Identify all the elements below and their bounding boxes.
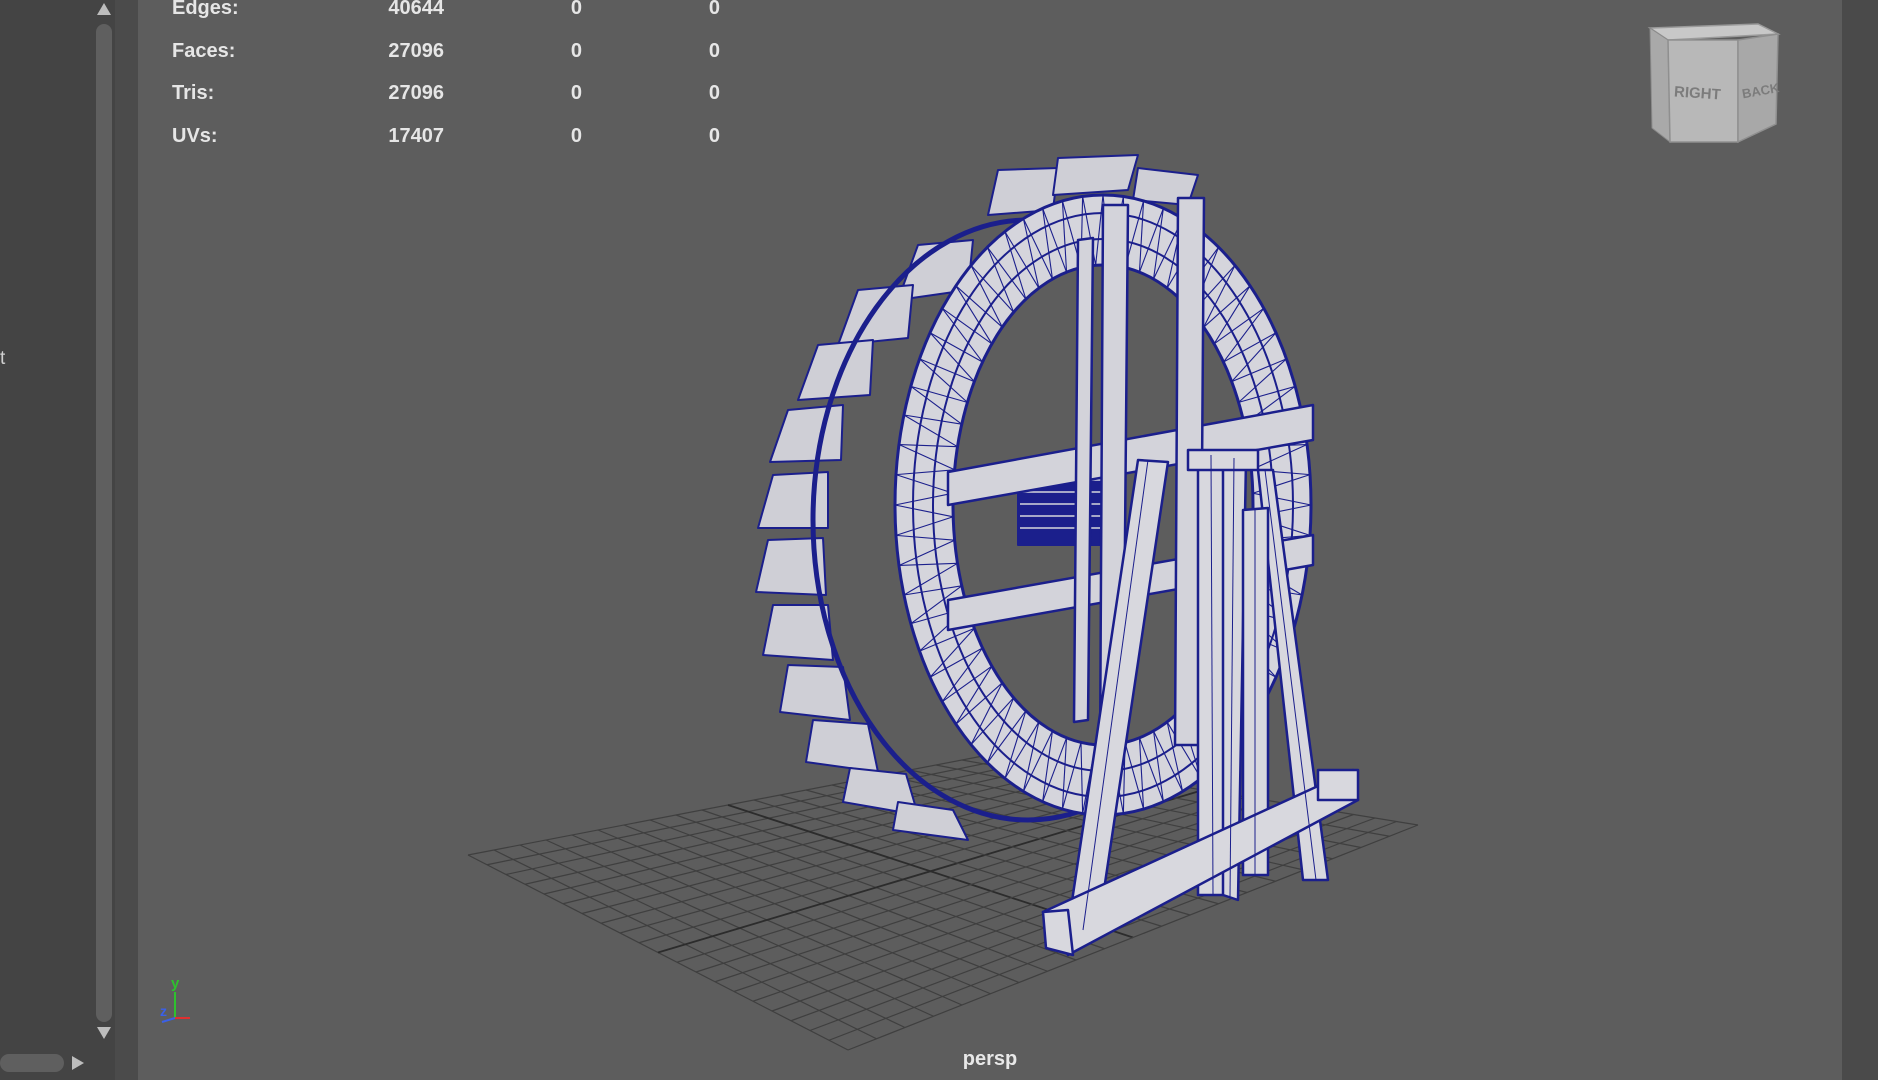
hud-label: Edges: <box>172 0 239 19</box>
axis-gizmo-icon: y z <box>160 978 190 1023</box>
waterwheel-mesh[interactable] <box>755 154 1360 957</box>
hud-value: 0 <box>708 0 720 19</box>
vertical-scroll-thumb[interactable] <box>96 24 112 1022</box>
axis-z-label: z <box>160 1003 167 1019</box>
perspective-viewport[interactable]: Edges: 40644 0 0 Faces: 27096 0 0 Tris: … <box>138 0 1842 1080</box>
panel-divider[interactable] <box>115 0 138 1080</box>
scroll-right-arrow-icon[interactable] <box>68 1054 86 1072</box>
hud-value: 0 <box>570 39 582 62</box>
hud-value: 40644 <box>388 0 444 19</box>
hud-value: 0 <box>570 124 582 147</box>
hud-value: 0 <box>708 124 720 147</box>
outliner-item-label[interactable]: t <box>0 348 5 370</box>
hud-value: 0 <box>570 82 582 104</box>
outliner-panel: t <box>0 0 93 1080</box>
hud-value: 0 <box>708 82 720 104</box>
horizontal-scrollbar[interactable] <box>0 1050 93 1080</box>
hud-label: UVs: <box>172 124 218 147</box>
hud-label: Tris: <box>172 82 215 104</box>
scroll-up-arrow-icon[interactable] <box>95 0 113 18</box>
hud-value: 27096 <box>388 39 444 62</box>
right-panel-edge <box>1842 0 1878 1080</box>
horizontal-scroll-thumb[interactable] <box>0 1054 64 1072</box>
vertical-scrollbar[interactable] <box>93 0 115 1080</box>
viewcube-icon[interactable]: RIGHT BACK <box>1638 16 1788 146</box>
scroll-down-arrow-icon[interactable] <box>95 1024 113 1042</box>
viewcube-right-face[interactable]: RIGHT <box>1674 83 1722 103</box>
hud-value: 0 <box>570 0 582 19</box>
hud-value: 17407 <box>388 124 444 147</box>
hud-value: 27096 <box>388 82 444 104</box>
hud-label: Faces: <box>172 39 236 62</box>
axis-y-label: y <box>171 978 180 992</box>
ground-grid <box>467 754 1419 1051</box>
scene-render[interactable] <box>138 0 1842 1080</box>
camera-name-label: persp <box>962 1048 1018 1070</box>
hud-value: 0 <box>708 39 720 62</box>
